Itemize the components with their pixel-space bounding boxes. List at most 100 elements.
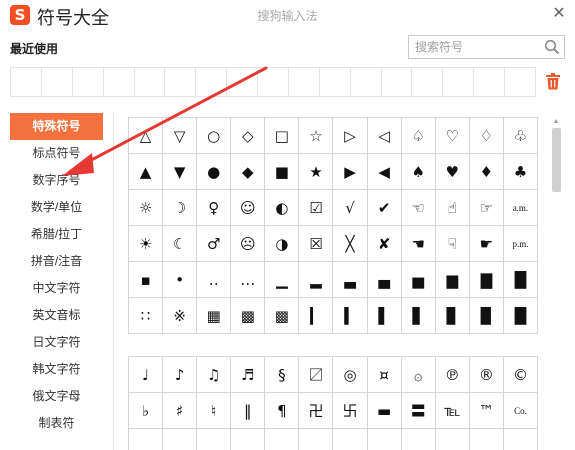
scrollbar-thumb[interactable] [552,128,561,192]
recent-cell[interactable] [11,68,42,96]
symbol-cell[interactable]: ☽ [163,190,198,226]
recent-cell[interactable] [443,68,475,96]
category-item[interactable]: 特殊符号 [10,113,103,140]
symbol-cell[interactable]: ☺ [231,190,266,226]
symbol-cell[interactable]: ♢ [469,118,504,154]
symbol-cell[interactable]: ☼ [129,190,164,226]
category-item[interactable]: 希腊/拉丁 [10,221,103,248]
close-icon[interactable]: ✕ [548,3,570,25]
symbol-cell[interactable]: ® [469,357,504,393]
symbol-cell[interactable]: ★ [299,154,334,190]
category-item[interactable]: 数学/单位 [10,194,103,221]
symbol-cell[interactable]: ‥ [197,262,232,298]
search-input[interactable] [409,36,541,58]
symbol-cell[interactable]: ☚ [401,226,436,262]
symbol-cell[interactable]: √ [333,190,368,226]
recent-cell[interactable] [165,68,197,96]
symbol-cell[interactable]: ▩ [231,298,266,334]
recent-cell[interactable] [227,68,258,96]
symbol-cell[interactable]: ◇ [231,118,266,154]
symbol-cell[interactable]: ▃ [333,262,368,298]
symbol-cell[interactable]: □ [265,118,300,154]
symbol-cell[interactable]: ▋ [401,298,436,334]
category-item[interactable]: 数字序号 [10,167,103,194]
symbol-cell[interactable]: ℡ [435,393,470,429]
symbol-cell[interactable]: a.m. [503,190,538,226]
symbol-cell[interactable] [299,429,334,450]
symbol-cell[interactable]: ♥ [435,154,470,190]
symbol-cell[interactable]: ▆ [435,262,470,298]
recent-cell[interactable] [289,68,320,96]
symbol-cell[interactable]: ◁ [367,118,402,154]
symbol-cell[interactable]: ♂ [197,226,232,262]
symbol-cell[interactable]: ▎ [299,298,334,334]
symbol-cell[interactable]: ▬ [367,393,402,429]
symbol-cell[interactable]: ۞ [401,357,436,393]
symbol-cell[interactable]: ♮ [197,393,232,429]
symbol-cell[interactable]: ♩ [129,357,164,393]
symbol-cell[interactable]: § [265,357,300,393]
symbol-cell[interactable]: ◀ [367,154,402,190]
recent-cell[interactable] [474,68,505,96]
symbol-cell[interactable]: ▽ [163,118,198,154]
symbol-cell[interactable]: ☟ [435,226,470,262]
symbol-cell[interactable]: █ [503,262,538,298]
symbol-cell[interactable] [163,429,198,450]
category-item[interactable]: 标点符号 [10,140,103,167]
symbol-cell[interactable]: ■ [265,154,300,190]
symbol-cell[interactable] [368,429,402,450]
recent-cell[interactable] [505,68,535,96]
symbol-cell[interactable]: © [503,357,538,393]
symbol-cell[interactable]: ◎ [333,357,368,393]
category-item[interactable]: 韩文字符 [10,356,103,383]
symbol-cell[interactable]: ▦ [197,298,232,334]
symbol-cell[interactable]: 〼 [299,357,334,393]
symbol-cell[interactable]: ♀ [197,190,232,226]
symbol-cell[interactable]: ♣ [503,154,538,190]
symbol-cell[interactable]: ▌ [367,298,402,334]
symbol-cell[interactable] [470,429,504,450]
symbol-cell[interactable]: ☑ [299,190,334,226]
trash-icon[interactable] [545,73,561,90]
scrollbar[interactable]: ▲ [551,117,561,450]
symbol-cell[interactable]: ● [197,154,232,190]
symbol-cell[interactable]: ☆ [299,118,334,154]
category-item[interactable]: 中文字符 [10,275,103,302]
symbol-cell[interactable]: ™ [469,393,504,429]
symbol-cell[interactable]: ▉ [469,298,504,334]
symbol-cell[interactable]: ¶ [265,393,300,429]
recent-cell[interactable] [42,68,73,96]
symbol-cell[interactable]: ▄ [367,262,402,298]
search-box[interactable] [408,35,565,59]
symbol-cell[interactable]: ✔ [367,190,402,226]
search-icon[interactable] [544,39,560,55]
symbol-cell[interactable]: ▩ [265,298,300,334]
symbol-cell[interactable]: ☹ [231,226,266,262]
symbol-cell[interactable]: ▪ [129,262,164,298]
symbol-cell[interactable]: 〓 [401,393,436,429]
symbol-cell[interactable]: ▁ [265,262,300,298]
recent-cell[interactable] [351,68,382,96]
symbol-cell[interactable]: ♤ [401,118,436,154]
symbol-cell[interactable]: ☛ [469,226,504,262]
scroll-up-icon[interactable]: ▲ [551,117,561,127]
recent-cell[interactable] [258,68,289,96]
category-item[interactable]: 拼音/注音 [10,248,103,275]
symbol-cell[interactable]: ♭ [129,393,164,429]
symbol-cell[interactable]: ╳ [333,226,368,262]
symbol-cell[interactable] [231,429,266,450]
category-item[interactable]: 制表符 [10,410,103,437]
symbol-cell[interactable] [504,429,538,450]
recent-cell[interactable] [382,68,413,96]
symbol-cell[interactable]: ☀ [129,226,164,262]
symbol-cell[interactable] [265,429,300,450]
symbol-cell[interactable]: ▷ [333,118,368,154]
symbol-cell[interactable]: ◆ [231,154,266,190]
category-item[interactable]: 日文字符 [10,329,103,356]
symbol-cell[interactable]: ☝ [435,190,470,226]
symbol-cell[interactable]: △ [129,118,164,154]
symbol-cell[interactable]: ☾ [163,226,198,262]
symbol-cell[interactable]: ○ [197,118,232,154]
recent-cell[interactable] [73,68,104,96]
symbol-cell[interactable]: ▊ [435,298,470,334]
